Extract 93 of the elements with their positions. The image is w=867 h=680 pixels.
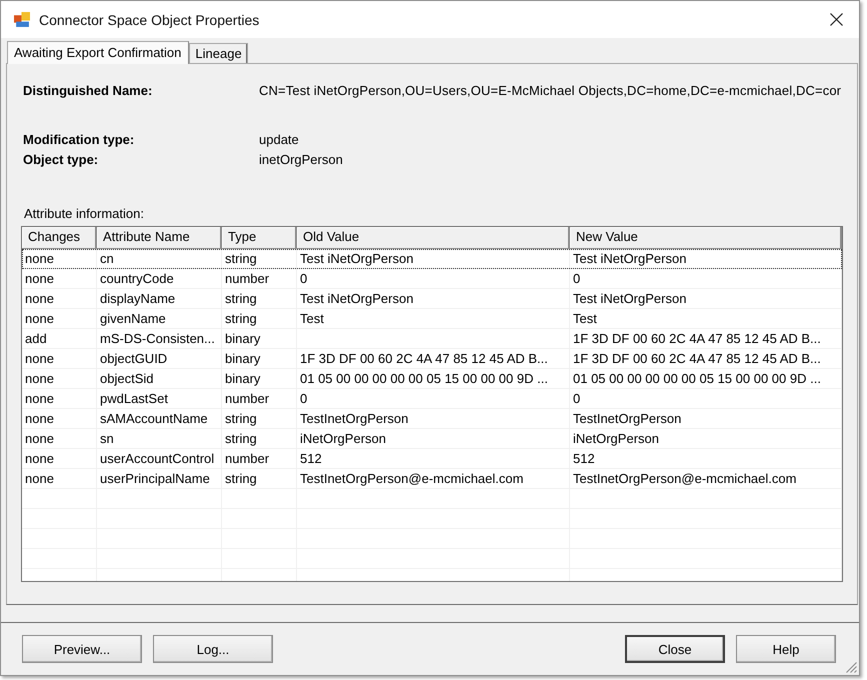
- table-cell: add: [25, 331, 47, 346]
- field-value: CN=Test iNetOrgPerson,OU=Users,OU=E-McMichael Objects,DC=home,DC=e-mcmichael,DC=cor: [259, 82, 842, 98]
- table-row[interactable]: none objectSid binary 01 05 00 00 00 00 00 05 15 00 00 00 9D ... 01 05 00 00 00 00 00 05 15 00 00 00 9D ...: [22, 369, 842, 389]
- tab[interactable]: Awaiting Export Confirmation: [7, 41, 190, 64]
- table-row[interactable]: none sn string iNetOrgPerson iNetOrgPerson: [22, 429, 842, 449]
- column-header[interactable]: Attribute Name: [97, 227, 222, 248]
- window-title: Connector Space Object Properties: [39, 12, 260, 28]
- table-row[interactable]: none countryCode number 0 0: [22, 269, 842, 289]
- table-cell: sAMAccountName: [100, 411, 208, 426]
- table-row[interactable]: none objectGUID binary 1F 3D DF 00 60 2C 4A 47 85 12 45 AD B... 1F 3D DF 00 60 2C 4A 47 85 12 45 AD B...: [22, 349, 842, 369]
- table-cell: string: [225, 311, 257, 326]
- table-cell: none: [25, 411, 54, 426]
- table-cell: 0: [573, 391, 580, 406]
- table-cell: none: [25, 311, 54, 326]
- table-cell: binary: [225, 331, 260, 346]
- table-cell: 1F 3D DF 00 60 2C 4A 47 85 12 45 AD B...: [573, 351, 821, 366]
- table-cell: 0: [300, 391, 308, 406]
- table-cell: iNetOrgPerson: [573, 431, 659, 446]
- table-cell: Test iNetOrgPerson: [573, 291, 686, 306]
- table-cell: Test: [573, 311, 597, 326]
- table-cell: 1F 3D DF 00 60 2C 4A 47 85 12 45 AD B...: [573, 331, 821, 346]
- table-cell: 512: [300, 451, 322, 466]
- table-cell: 01 05 00 00 00 00 00 05 15 00 00 00 9D ...: [300, 371, 548, 386]
- table-cell: pwdLastSet: [100, 391, 168, 406]
- table-cell: Test iNetOrgPerson: [300, 251, 414, 266]
- table-cell: none: [25, 371, 54, 386]
- field-label: Modification type:: [23, 132, 136, 146]
- column-header[interactable]: Type: [222, 227, 297, 248]
- table-row[interactable]: none userAccountControl number 512 512: [22, 449, 842, 469]
- table-caption: Attribute information:: [23, 206, 144, 222]
- table-row[interactable]: none sAMAccountName string TestInetOrgPerson TestInetOrgPerson: [22, 409, 842, 429]
- table-cell: givenName: [100, 311, 166, 326]
- table-cell: TestInetOrgPerson@e-mcmichael.com: [573, 471, 796, 486]
- dialog-button[interactable]: Log...: [153, 635, 273, 663]
- field-label: Object type:: [23, 152, 100, 166]
- table-row[interactable]: none givenName string Test Test: [22, 309, 842, 329]
- close-icon: [830, 13, 842, 26]
- field-value: update: [259, 132, 299, 146]
- squares-icon: [14, 12, 30, 27]
- column-header[interactable]: Old Value: [297, 227, 570, 248]
- table-row[interactable]: none cn string Test iNetOrgPerson Test iNetOrgPerson: [22, 249, 842, 269]
- table-cell: 512: [573, 451, 595, 466]
- table-cell: Test iNetOrgPerson: [573, 251, 686, 266]
- table-cell: TestInetOrgPerson: [300, 411, 408, 426]
- table-cell: string: [225, 411, 257, 426]
- table-cell: none: [25, 391, 54, 406]
- table-cell: string: [225, 471, 257, 486]
- table-cell: 0: [573, 271, 580, 286]
- table-cell: none: [25, 351, 54, 366]
- table-cell: none: [25, 251, 54, 266]
- table-cell: sn: [100, 431, 114, 446]
- table-cell: none: [25, 271, 54, 286]
- table-cell: none: [25, 451, 54, 466]
- table-cell: binary: [225, 351, 260, 366]
- field-value: inetOrgPerson: [259, 152, 343, 166]
- table-cell: none: [25, 431, 54, 446]
- table-cell: userPrincipalName: [100, 471, 210, 486]
- table-cell: objectSid: [100, 371, 154, 386]
- table-cell: number: [225, 391, 270, 406]
- table-cell: string: [225, 431, 257, 446]
- table-row[interactable]: none pwdLastSet number 0 0: [22, 389, 842, 409]
- column-header[interactable]: Changes: [22, 227, 97, 248]
- column-header[interactable]: New Value: [570, 227, 842, 248]
- field-label: Distinguished Name:: [23, 82, 154, 98]
- table-row[interactable]: add mS-DS-Consisten... binary 1F 3D DF 00 60 2C 4A 47 85 12 45 AD B...: [22, 329, 842, 349]
- table-cell: 1F 3D DF 00 60 2C 4A 47 85 12 45 AD B...: [300, 351, 548, 366]
- table-cell: iNetOrgPerson: [300, 431, 386, 446]
- dialog-button[interactable]: Close: [625, 635, 725, 663]
- table-cell: countryCode: [100, 271, 174, 286]
- table-cell: 01 05 00 00 00 00 00 05 15 00 00 00 9D ...: [573, 371, 821, 386]
- table-cell: displayName: [100, 291, 176, 306]
- dialog-button[interactable]: Help: [736, 635, 836, 663]
- table-cell: Test iNetOrgPerson: [300, 291, 414, 306]
- table-cell: string: [225, 291, 257, 306]
- table-cell: mS-DS-Consisten...: [100, 331, 215, 346]
- table-cell: TestInetOrgPerson@e-mcmichael.com: [300, 471, 524, 486]
- dialog-button[interactable]: Preview...: [22, 635, 142, 663]
- table-cell: userAccountControl: [100, 451, 214, 466]
- table-cell: objectGUID: [100, 351, 168, 366]
- table-cell: string: [225, 251, 257, 266]
- table-cell: Test: [300, 311, 324, 326]
- table-cell: none: [25, 291, 54, 306]
- table-cell: none: [25, 471, 54, 486]
- table-row[interactable]: none displayName string Test iNetOrgPerson Test iNetOrgPerson: [22, 289, 842, 309]
- table-cell: TestInetOrgPerson: [573, 411, 682, 426]
- table-row[interactable]: none userPrincipalName string TestInetOrgPerson@e-mcmichael.com TestInetOrgPerson@e-mcmichael.com: [22, 469, 842, 489]
- table-cell: 0: [300, 271, 308, 286]
- tab[interactable]: Lineage: [189, 43, 248, 63]
- table-cell: binary: [225, 371, 260, 386]
- table-cell: number: [225, 451, 270, 466]
- table-cell: cn: [100, 251, 114, 266]
- table-cell: number: [225, 271, 270, 286]
- resize-grip-icon[interactable]: [846, 662, 857, 673]
